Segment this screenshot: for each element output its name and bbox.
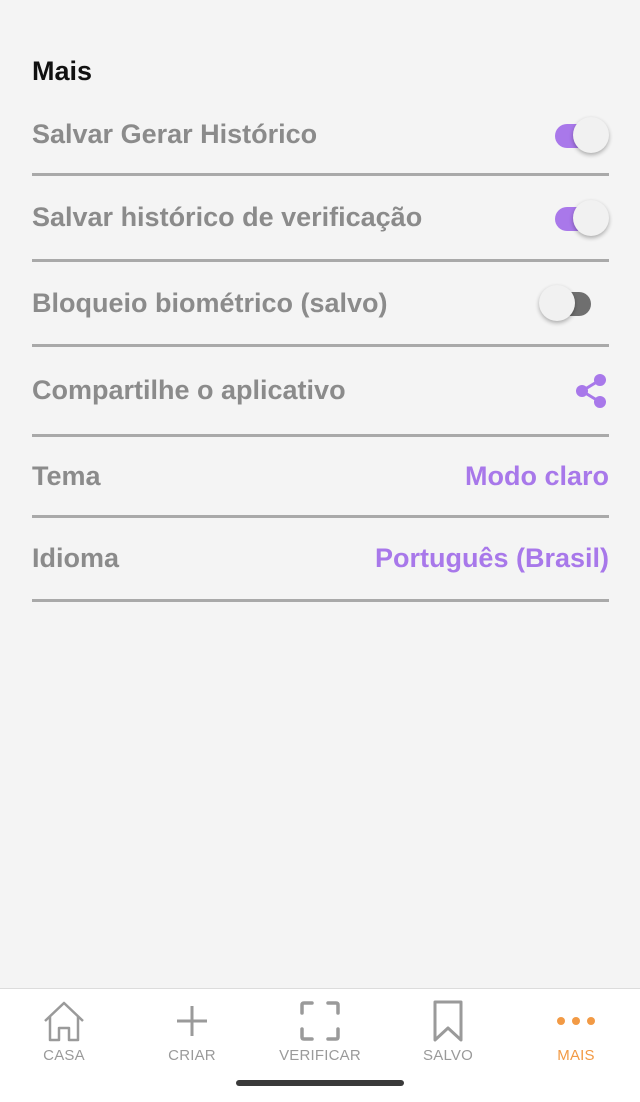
nav-label: CASA — [43, 1047, 85, 1064]
more-dots-icon — [556, 997, 596, 1045]
nav-label: MAIS — [557, 1047, 595, 1064]
nav-item-casa[interactable]: CASA — [0, 997, 128, 1069]
toggle-thumb — [539, 285, 575, 321]
nav-label: VERIFICAR — [279, 1047, 361, 1064]
nav-item-salvo[interactable]: SALVO — [384, 997, 512, 1069]
language-value[interactable]: Português (Brasil) — [375, 543, 609, 574]
setting-label: Salvar histórico de verificação — [32, 202, 423, 232]
setting-row-save-generate-history: Salvar Gerar Histórico — [32, 96, 609, 176]
setting-label: Salvar Gerar Histórico — [32, 119, 318, 149]
share-icon[interactable] — [573, 371, 609, 411]
biometric-lock-toggle[interactable] — [539, 283, 595, 323]
home-indicator[interactable] — [236, 1080, 404, 1086]
setting-label: Idioma — [32, 543, 120, 573]
settings-list: Salvar Gerar Histórico Salvar histórico … — [32, 96, 609, 602]
save-scan-history-toggle[interactable] — [553, 198, 609, 238]
bookmark-icon — [433, 997, 463, 1045]
home-icon — [42, 997, 86, 1045]
toggle-thumb — [573, 116, 609, 153]
nav-item-mais[interactable]: MAIS — [512, 997, 640, 1069]
theme-value[interactable]: Modo claro — [465, 461, 609, 492]
nav-item-criar[interactable]: CRIAR — [128, 997, 256, 1069]
setting-label: Bloqueio biométrico (salvo) — [32, 287, 388, 318]
setting-row-share-app[interactable]: Compartilhe o aplicativo — [32, 347, 609, 437]
setting-row-save-scan-history: Salvar histórico de verificação — [32, 176, 609, 262]
setting-row-theme[interactable]: Tema Modo claro — [32, 437, 609, 518]
setting-row-biometric-lock: Bloqueio biométrico (salvo) — [32, 262, 609, 347]
setting-label: Tema — [32, 460, 101, 491]
page-title: Mais — [32, 56, 93, 86]
nav-item-verificar[interactable]: VERIFICAR — [256, 997, 384, 1069]
toggle-thumb — [573, 199, 609, 236]
save-generate-history-toggle[interactable] — [553, 115, 609, 155]
setting-label: Compartilhe o aplicativo — [32, 375, 346, 405]
nav-label: SALVO — [423, 1047, 473, 1064]
plus-icon — [175, 997, 209, 1045]
scan-frame-icon — [300, 997, 340, 1045]
nav-label: CRIAR — [168, 1047, 216, 1064]
setting-row-language[interactable]: Idioma Português (Brasil) — [32, 518, 609, 602]
settings-screen: Mais Salvar Gerar Histórico Salvar histó… — [0, 0, 640, 1102]
